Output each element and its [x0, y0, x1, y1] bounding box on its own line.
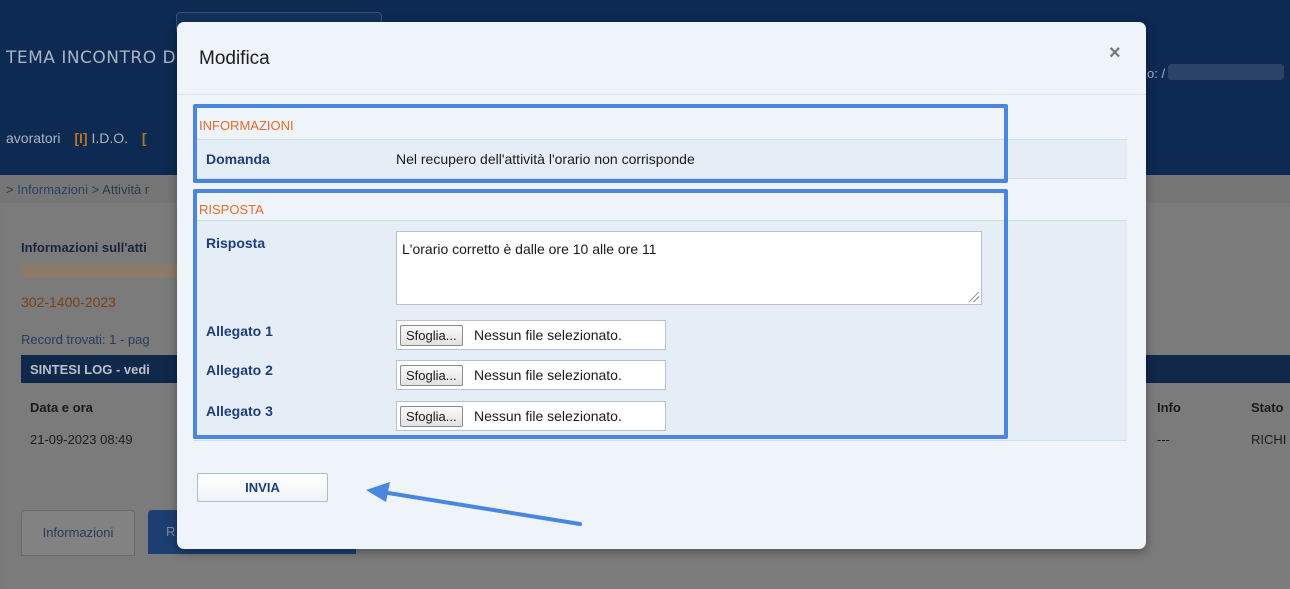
nav-item-lavoratori[interactable]: avoratori [6, 130, 60, 146]
records-count: Record trovati: 1 - pag [21, 332, 150, 347]
info-title: Informazioni sull'atti [21, 240, 147, 255]
close-icon[interactable]: × [1109, 42, 1121, 65]
column-header-info: Info [1157, 400, 1181, 415]
column-header-data-ora: Data e ora [30, 400, 93, 415]
breadcrumb-informazioni[interactable]: Informazioni [17, 182, 88, 197]
cell-data-ora: 21-09-2023 08:49 [30, 432, 133, 447]
user-name-redacted [1168, 64, 1284, 80]
highlight-box-risposta [193, 189, 1008, 439]
nav-item-ido[interactable]: I.D.O. [91, 130, 128, 146]
redacted-text [21, 264, 181, 278]
breadcrumb-current: Attività r [102, 182, 150, 197]
cell-stato: RICHI [1251, 432, 1287, 447]
annotation-arrow-icon [366, 482, 582, 526]
app-title: TEMA INCONTRO D [6, 48, 177, 68]
modal-header: Modifica × [177, 22, 1146, 95]
modal-title: Modifica [199, 48, 270, 69]
main-nav: avoratori [I] I.D.O. [ [6, 130, 147, 146]
nav-tag-extra: [ [141, 130, 147, 146]
tab-informazioni[interactable]: Informazioni [21, 510, 135, 556]
table-title[interactable]: SINTESI LOG - vedi [30, 362, 150, 377]
breadcrumb: > Informazioni > Attività r [6, 182, 149, 197]
breadcrumb-sep: > [91, 182, 100, 197]
user-label: o: / [1147, 66, 1166, 81]
breadcrumb-sep: > [6, 182, 14, 197]
column-header-stato: Stato [1251, 400, 1284, 415]
highlight-box-informazioni [193, 104, 1008, 183]
practice-code: 302-1400-2023 [21, 294, 116, 310]
nav-tag-ido: [I] [74, 130, 88, 146]
cell-info: --- [1157, 432, 1170, 447]
invia-button[interactable]: INVIA [197, 473, 328, 502]
